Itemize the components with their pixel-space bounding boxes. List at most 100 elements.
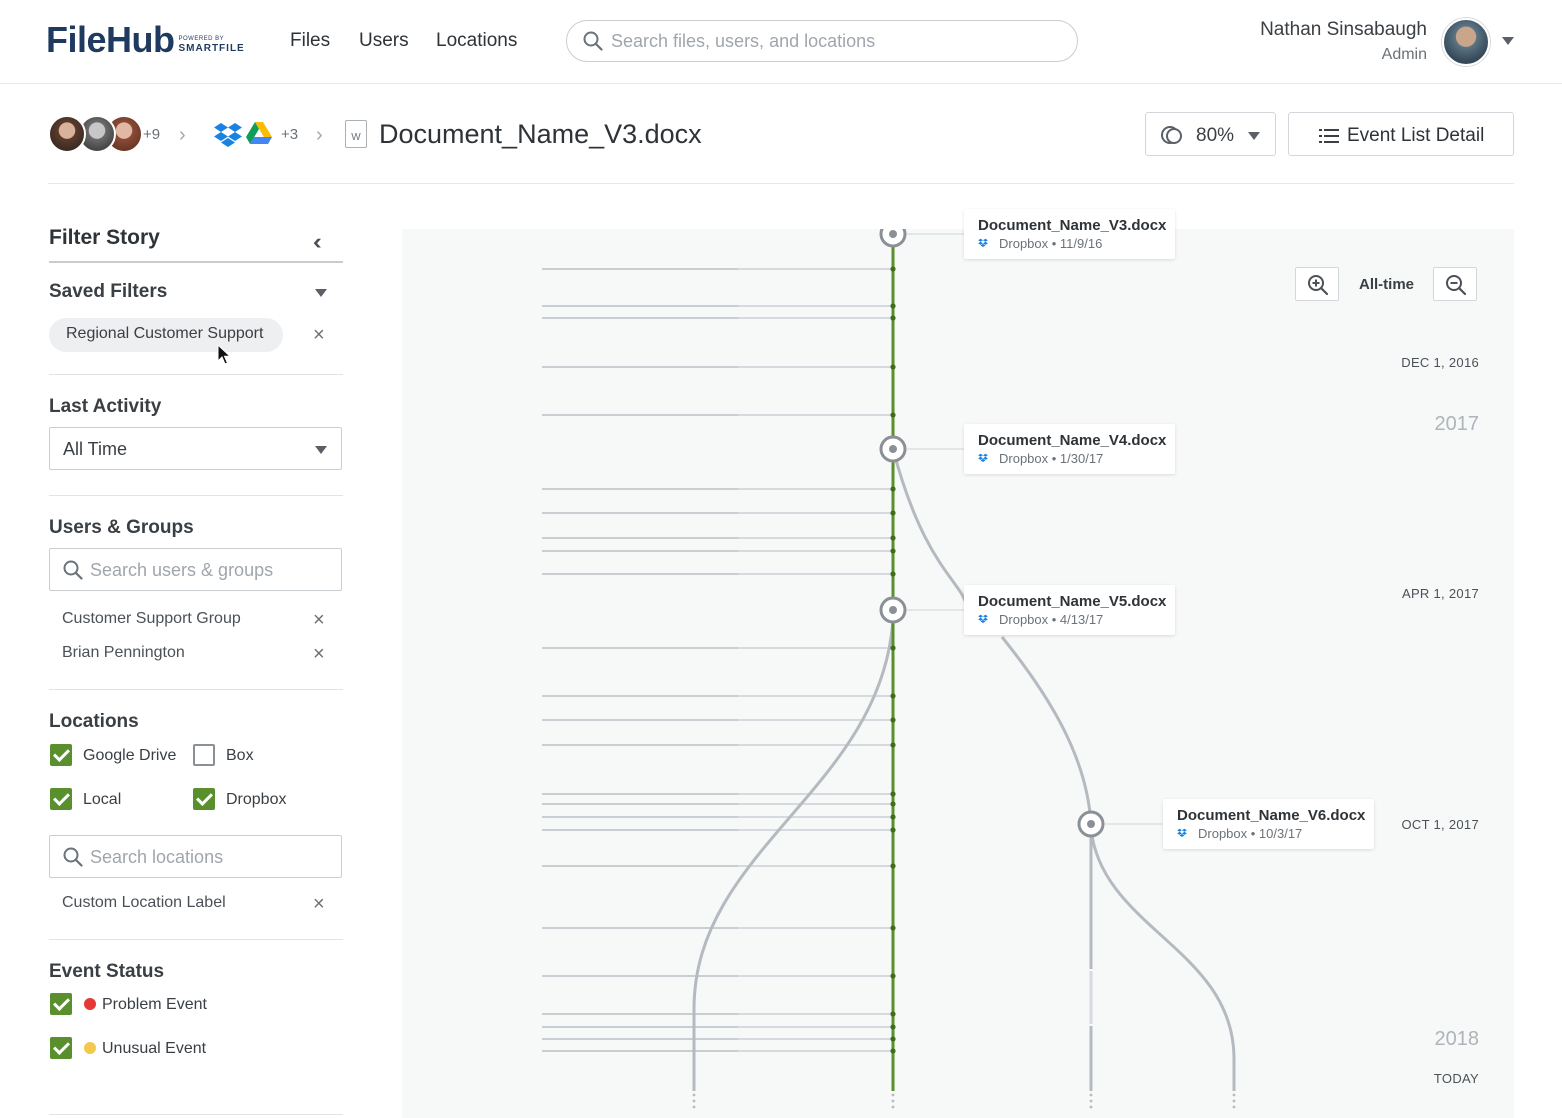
- version-card[interactable]: Document_Name_V3.docx Dropbox • 11/9/16: [964, 209, 1175, 259]
- users-groups-search-input[interactable]: [90, 559, 330, 581]
- event-list-detail-button[interactable]: Event List Detail: [1288, 112, 1514, 156]
- version-node: [1077, 810, 1105, 838]
- version-card[interactable]: Document_Name_V6.docx Dropbox • 10/3/17: [1163, 799, 1374, 849]
- event-dot: [890, 364, 896, 370]
- file-story-timeline[interactable]: All-time DEC 1, 2016 2017 APR 1, 2017 OC…: [402, 229, 1514, 1118]
- close-icon[interactable]: ×: [313, 610, 325, 630]
- zoom-in-button[interactable]: [1295, 267, 1339, 301]
- divider: [49, 374, 343, 375]
- close-icon[interactable]: ×: [313, 894, 325, 914]
- event-status-label: Problem Event: [102, 996, 207, 1013]
- word-doc-icon: W: [345, 120, 367, 148]
- version-card[interactable]: Document_Name_V4.docx Dropbox • 1/30/17: [964, 424, 1175, 474]
- event-dot: [890, 1036, 896, 1042]
- logo-smartfile: SMARTFILE: [178, 43, 245, 54]
- sidebar-title: Filter Story: [49, 226, 160, 249]
- event-dot: [890, 303, 896, 309]
- version-meta: Dropbox • 1/30/17: [999, 451, 1104, 466]
- event-dot: [890, 571, 896, 577]
- checkbox-box[interactable]: [193, 744, 215, 766]
- timeline-date-label: OCT 1, 2017: [1401, 817, 1479, 832]
- zoom-select[interactable]: 80%: [1145, 112, 1276, 156]
- last-activity-heading: Last Activity: [49, 396, 162, 417]
- continuation-dot: [891, 1099, 895, 1103]
- users-groups-heading: Users & Groups: [49, 517, 194, 538]
- chevron-down-icon[interactable]: [315, 289, 327, 297]
- event-list-detail-label: Event List Detail: [1347, 125, 1485, 146]
- breadcrumb: +9 › +3 › W Document_Name_V3.docx 80% Ev…: [48, 108, 1514, 184]
- user-role: Admin: [1381, 46, 1427, 63]
- nav-locations[interactable]: Locations: [436, 30, 517, 52]
- continuation-dot: [1089, 1093, 1093, 1097]
- branch-curve: [692, 618, 895, 1091]
- continuation-dot: [692, 1099, 696, 1103]
- saved-filter-chip[interactable]: Regional Customer Support: [49, 318, 283, 352]
- dropbox-icon: [978, 453, 988, 462]
- chevron-down-icon: [1248, 132, 1260, 140]
- checkbox-google-drive[interactable]: [50, 744, 72, 766]
- locations-search[interactable]: [49, 835, 342, 878]
- users-extra-count[interactable]: +9: [143, 126, 160, 143]
- continuation-dot: [1232, 1105, 1236, 1109]
- chevron-down-icon: [315, 446, 327, 454]
- event-status-label: Unusual Event: [102, 1040, 207, 1057]
- double-chevron-left-icon[interactable]: ‹‹: [313, 229, 321, 255]
- event-dot: [890, 412, 896, 418]
- version-name: Document_Name_V3.docx: [978, 217, 1167, 234]
- event-dot: [890, 535, 896, 541]
- chevron-down-icon[interactable]: [1502, 37, 1514, 45]
- zoom-out-button[interactable]: [1433, 267, 1477, 301]
- timeline-year-label: 2017: [1434, 413, 1480, 435]
- divider: [49, 689, 343, 690]
- close-icon[interactable]: ×: [313, 325, 325, 345]
- global-search-input[interactable]: [611, 29, 1061, 53]
- nav-users[interactable]: Users: [359, 30, 409, 52]
- event-dot: [890, 801, 896, 807]
- users-groups-search[interactable]: [49, 548, 342, 591]
- user-filter-item: Customer Support Group: [62, 610, 241, 627]
- time-range-label: All-time: [1359, 276, 1415, 293]
- checkbox-problem-event[interactable]: [50, 993, 72, 1015]
- location-option-label: Google Drive: [83, 747, 177, 764]
- google-drive-icon[interactable]: [246, 122, 272, 145]
- version-meta: Dropbox • 4/13/17: [999, 612, 1104, 627]
- avatar[interactable]: [48, 115, 86, 153]
- dropbox-icon: [1177, 828, 1187, 837]
- continuation-dot: [891, 1093, 895, 1097]
- branch-curve: [1089, 828, 1236, 1091]
- list-icon: [1319, 129, 1339, 143]
- checkbox-local[interactable]: [50, 788, 72, 810]
- nav-files[interactable]: Files: [290, 30, 330, 52]
- continuation-dot: [891, 1105, 895, 1109]
- last-activity-select[interactable]: All Time: [49, 427, 342, 470]
- zoom-level-icon: [1161, 126, 1182, 144]
- dropbox-icon: [978, 238, 988, 247]
- locations-extra-count[interactable]: +3: [281, 126, 298, 143]
- dropbox-icon[interactable]: [214, 121, 242, 147]
- version-meta: Dropbox • 10/3/17: [1198, 826, 1303, 841]
- event-dot: [890, 863, 896, 869]
- divider: [49, 495, 343, 496]
- event-dot: [890, 645, 896, 651]
- checkbox-unusual-event[interactable]: [50, 1037, 72, 1059]
- global-search[interactable]: [566, 20, 1078, 62]
- zoom-out-icon: [1446, 275, 1467, 296]
- event-dot: [890, 827, 896, 833]
- version-card[interactable]: Document_Name_V5.docx Dropbox • 4/13/17: [964, 585, 1175, 635]
- dropbox-icon: [978, 614, 988, 623]
- event-status-heading: Event Status: [49, 961, 165, 982]
- branch-curve: [891, 448, 967, 602]
- close-icon[interactable]: ×: [313, 644, 325, 664]
- event-dot: [890, 486, 896, 492]
- location-option-label: Box: [226, 747, 254, 764]
- locations-search-input[interactable]: [90, 846, 330, 868]
- checkbox-dropbox[interactable]: [193, 788, 215, 810]
- user-name: Nathan Sinsabaugh: [1260, 19, 1427, 40]
- event-lines: [542, 268, 893, 1052]
- filehub-logo[interactable]: FileHub POWERED BY SMARTFILE: [46, 20, 245, 60]
- unusual-status-dot: [84, 1042, 96, 1054]
- user-avatar[interactable]: [1442, 18, 1490, 66]
- event-dot: [890, 1011, 896, 1017]
- search-icon: [63, 560, 83, 580]
- event-dot: [890, 548, 896, 554]
